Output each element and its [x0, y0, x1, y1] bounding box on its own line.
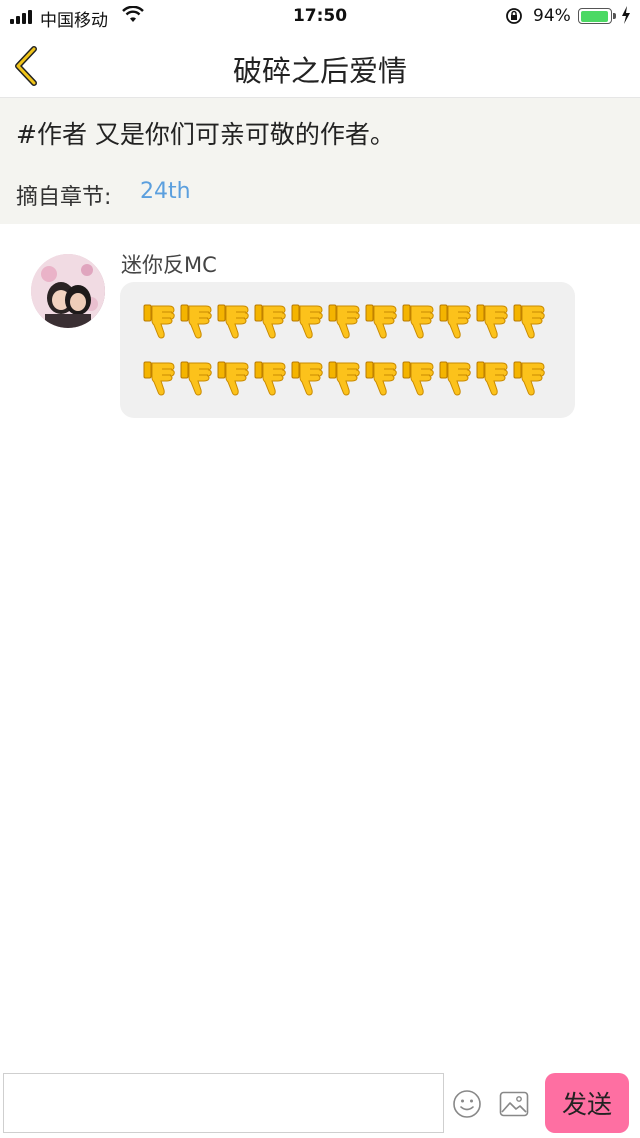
battery-percent: 94%: [533, 6, 571, 26]
page-title: 破碎之后爱情: [232, 54, 407, 88]
thumbs-down-icon: [476, 304, 508, 339]
chapter-label: 摘自章节:: [16, 185, 112, 210]
thumbs-down-icon: [217, 304, 249, 339]
image-button[interactable]: [499, 1091, 529, 1117]
thumbs-down-icon: [180, 304, 212, 339]
emoji-row: [142, 292, 553, 349]
thumbs-down-icon: [439, 304, 471, 339]
thumbs-down-icon: [476, 361, 508, 396]
thumbs-down-icon: [254, 304, 286, 339]
input-bar: 发送: [0, 1068, 640, 1138]
comment-bubble: [120, 282, 575, 418]
comment-username: 迷你反MC: [121, 253, 217, 277]
thumbs-down-icon: [402, 304, 434, 339]
status-bar: 中国移动 17:50 94%: [0, 0, 640, 34]
thumbs-down-icon: [328, 304, 360, 339]
image-icon: [499, 1091, 529, 1117]
chapter-link[interactable]: 24th: [140, 179, 191, 204]
thumbs-down-icon: [439, 361, 471, 396]
smiley-icon: [453, 1090, 481, 1118]
battery-icon: [578, 8, 616, 24]
comment-input[interactable]: [3, 1073, 444, 1133]
thumbs-down-icon: [291, 361, 323, 396]
back-button[interactable]: [10, 44, 50, 88]
charging-bolt-icon: [621, 6, 631, 29]
thumbs-down-icon: [513, 304, 545, 339]
send-button[interactable]: 发送: [545, 1073, 629, 1133]
thumbs-down-icon: [143, 361, 175, 396]
thumbs-down-icon: [513, 361, 545, 396]
rotation-lock-icon: [505, 7, 523, 30]
thumbs-down-icon: [402, 361, 434, 396]
quote-section: #作者 又是你们可亲可敬的作者。 摘自章节: 24th: [0, 98, 640, 224]
chevron-left-icon: [15, 46, 37, 86]
emoji-row: [142, 349, 553, 406]
thumbs-down-icon: [365, 361, 397, 396]
user-avatar[interactable]: [31, 254, 105, 328]
thumbs-down-icon: [328, 361, 360, 396]
thumbs-down-icon: [143, 304, 175, 339]
navigation-bar: 破碎之后爱情: [0, 34, 640, 98]
thumbs-down-icon: [291, 304, 323, 339]
emoji-button[interactable]: [452, 1089, 482, 1119]
thumbs-down-icon: [365, 304, 397, 339]
thumbs-down-icon: [254, 361, 286, 396]
thumbs-down-icon: [217, 361, 249, 396]
thumbs-down-icon: [180, 361, 212, 396]
quote-text: #作者 又是你们可亲可敬的作者。: [16, 120, 395, 149]
